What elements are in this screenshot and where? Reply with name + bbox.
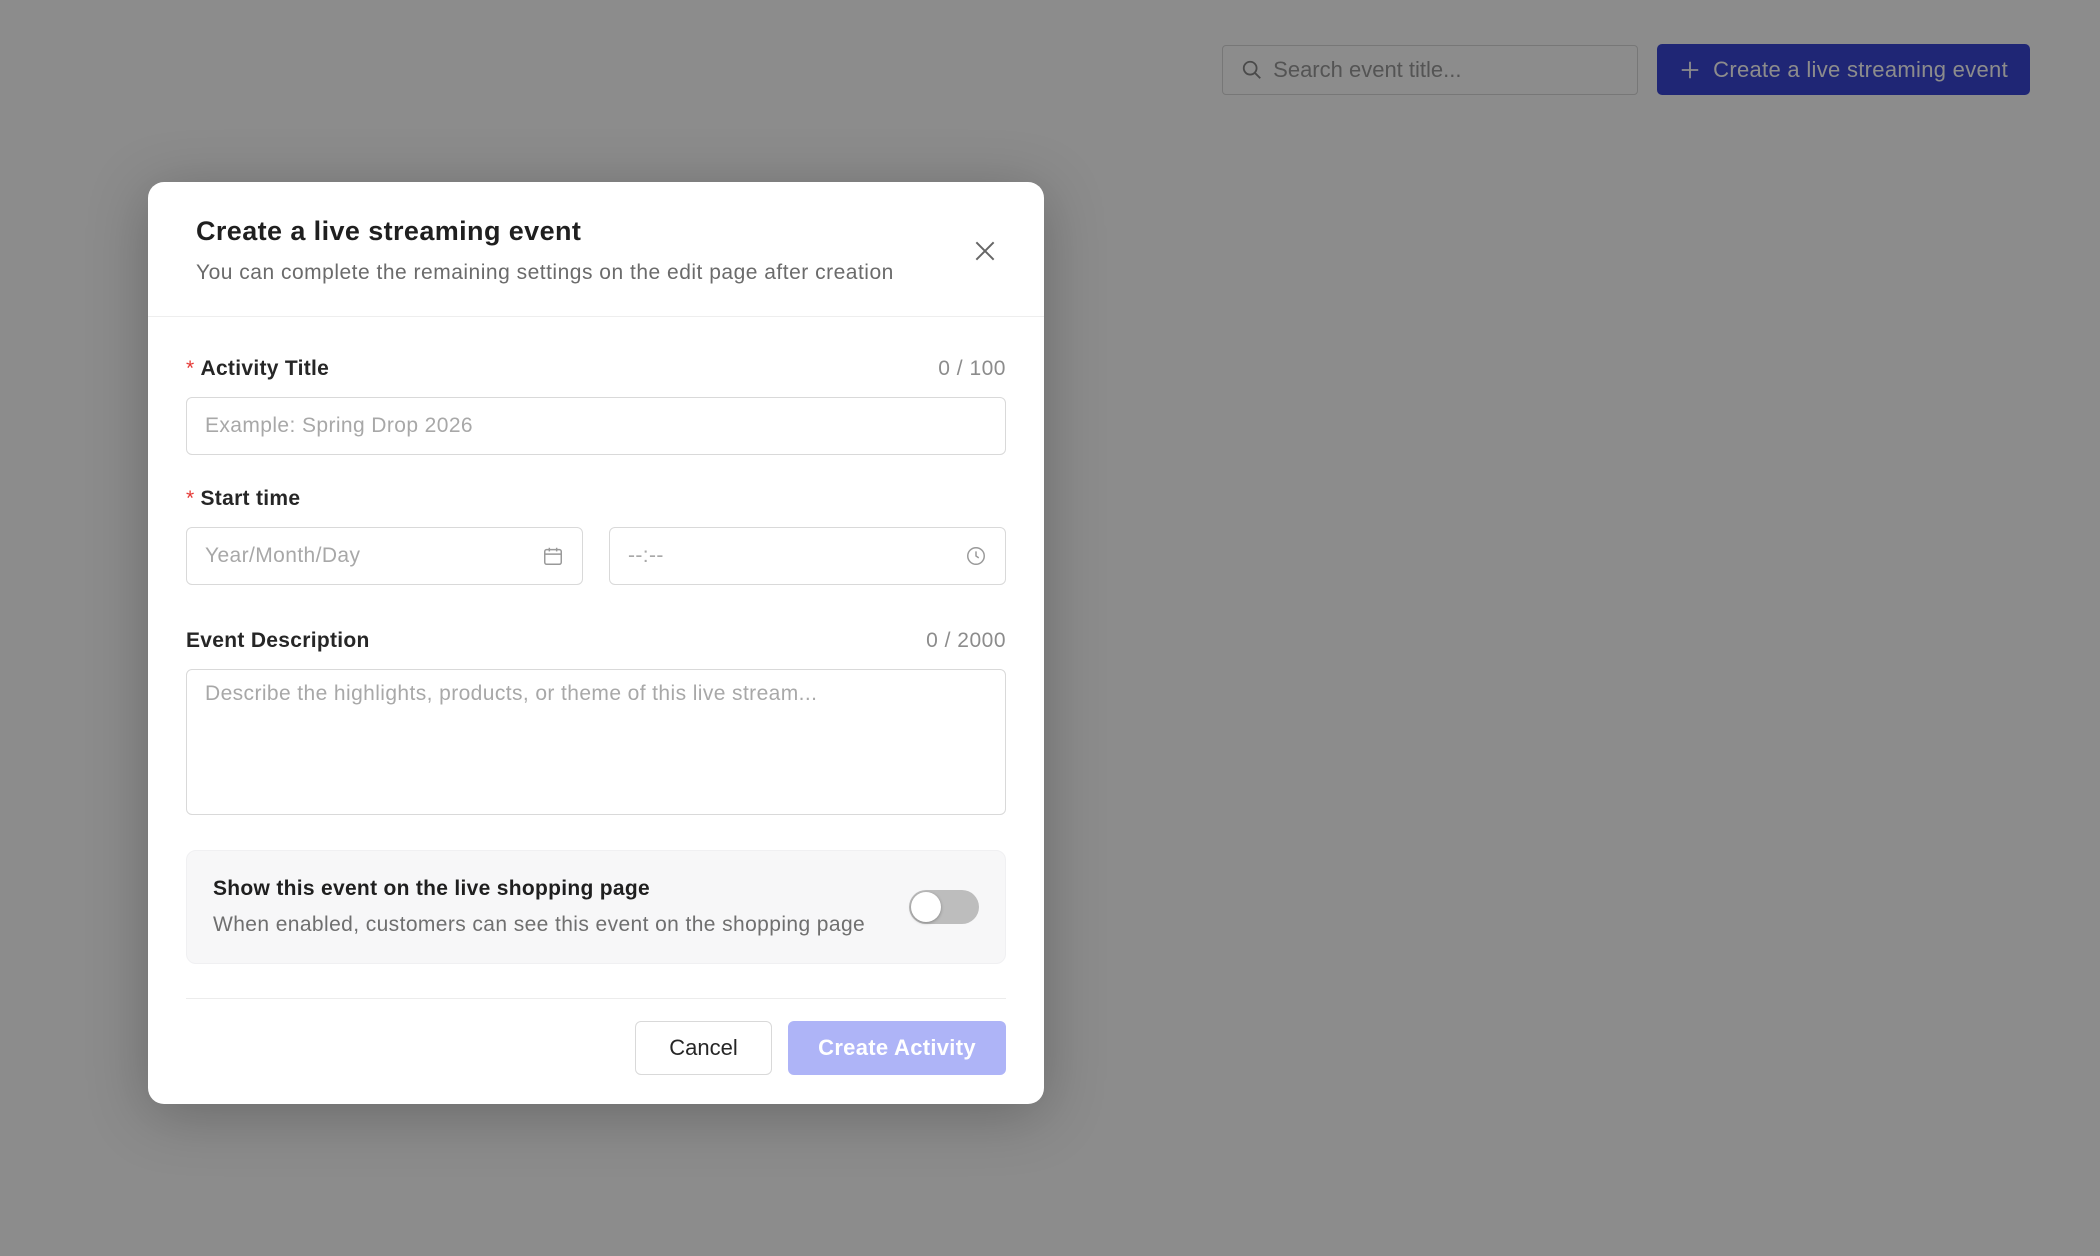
dialog-title: Create a live streaming event xyxy=(196,216,582,246)
start-time-label-row: * Start time xyxy=(186,487,1006,511)
create-event-dialog: Create a live streaming event You can co… xyxy=(148,182,1044,1104)
cancel-button[interactable]: Cancel xyxy=(635,1021,772,1075)
dialog-body: *Activity Title 0 / 100 *Start time Year… xyxy=(148,357,1044,1075)
visibility-title: Show this event on the live shopping pag… xyxy=(213,877,651,900)
required-mark: * xyxy=(186,487,195,510)
start-time-label: * Start time xyxy=(186,487,301,510)
clock-icon xyxy=(967,547,985,565)
toggle-knob xyxy=(911,892,941,922)
dialog-header: Create a live streaming event You can co… xyxy=(148,182,1044,317)
activity-title-input[interactable] xyxy=(186,397,1006,455)
visibility-text: Show this event on the live shopping pag… xyxy=(213,877,865,937)
visibility-description: When enabled, customers can see this eve… xyxy=(213,913,866,936)
start-time-row: Year/Month/Day --:-- xyxy=(186,527,1006,585)
date-picker[interactable]: Year/Month/Day xyxy=(186,527,583,585)
required-mark: * xyxy=(186,357,195,380)
activity-title-label-row: * Activity Title 0 / 100 xyxy=(186,357,1006,381)
dialog-subtitle: You can complete the remaining settings … xyxy=(196,261,894,284)
close-icon xyxy=(975,241,995,261)
footer-divider xyxy=(186,998,1006,999)
visibility-setting: Show this event on the live shopping pag… xyxy=(186,850,1006,964)
activity-title-counter: 0 / 100 xyxy=(938,357,1006,380)
visibility-toggle[interactable] xyxy=(909,890,979,924)
description-counter: 0 / 2000 xyxy=(926,629,1006,652)
activity-title-label: * Activity Title xyxy=(186,357,330,380)
close-button[interactable] xyxy=(970,236,1000,266)
date-placeholder: Year/Month/Day xyxy=(205,544,361,567)
calendar-icon xyxy=(544,547,562,565)
description-textarea[interactable] xyxy=(186,669,1006,815)
create-activity-button[interactable]: Create Activity xyxy=(788,1021,1006,1075)
description-label-row: Event Description 0 / 2000 xyxy=(186,629,1006,653)
dialog-footer: Cancel Create Activity xyxy=(186,1021,1006,1075)
time-placeholder: --:-- xyxy=(628,544,664,567)
time-picker[interactable]: --:-- xyxy=(609,527,1006,585)
description-label: Event Description xyxy=(186,629,370,652)
